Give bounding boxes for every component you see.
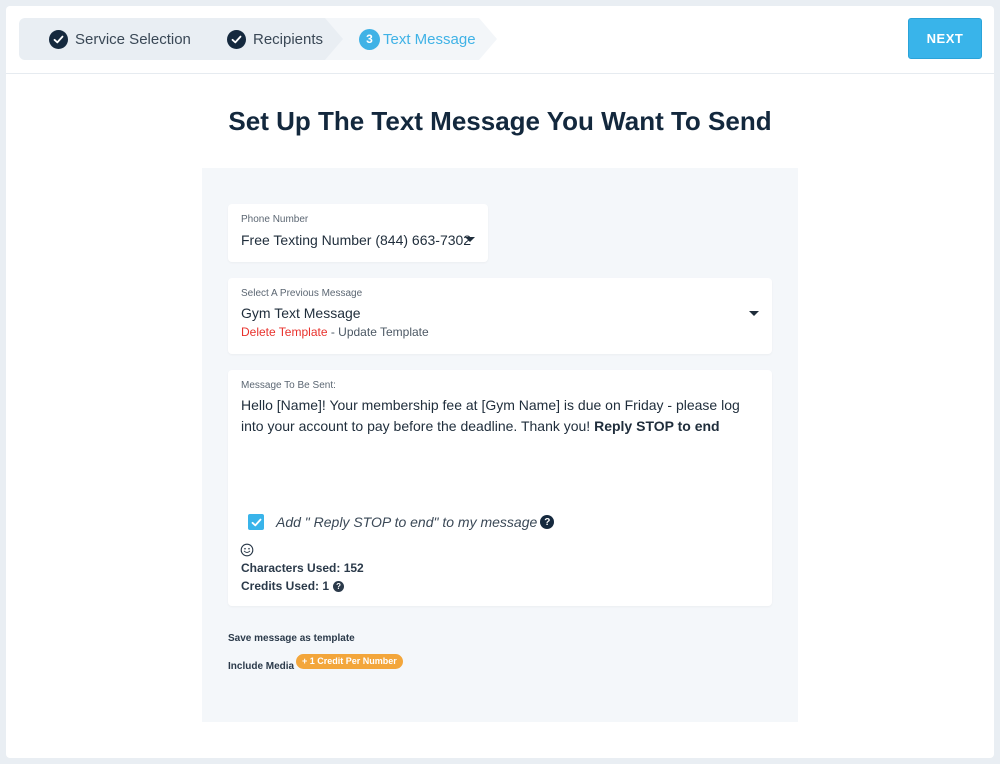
reply-stop-option: Add " Reply STOP to end" to my message ? [248, 514, 555, 530]
step-progress: Service Selection Recipients 3 Text Mess… [19, 18, 497, 60]
step-label: Text Message [383, 30, 476, 48]
step-recipients[interactable]: Recipients [227, 18, 323, 60]
emoji-icon[interactable] [240, 543, 254, 557]
main-card: Service Selection Recipients 3 Text Mess… [6, 6, 994, 758]
check-icon [49, 29, 68, 49]
phone-number-label: Phone Number [241, 214, 309, 225]
caret-down-icon [465, 237, 475, 242]
step-service-selection[interactable]: Service Selection [49, 18, 191, 60]
question-icon[interactable]: ? [540, 515, 555, 529]
reply-stop-label: Add " Reply STOP to end" to my message [276, 514, 538, 530]
credits-used: Credits Used: 1 [241, 579, 330, 593]
step-label: Recipients [253, 30, 324, 48]
step-text-message[interactable]: 3 Text Message [359, 18, 476, 60]
question-icon[interactable]: ? [333, 580, 345, 592]
check-icon [227, 29, 246, 49]
checkbox-check-icon [251, 518, 261, 526]
delete-template-link[interactable]: Delete Template [241, 325, 328, 339]
include-media-option[interactable]: Include Media [228, 661, 294, 672]
step-label: Service Selection [75, 30, 191, 48]
message-panel: Phone Number Free Texting Number (844) 6… [202, 168, 798, 722]
top-bar: Service Selection Recipients 3 Text Mess… [6, 6, 994, 74]
save-template-option[interactable]: Save message as template [228, 633, 355, 644]
phone-number-value: Free Texting Number (844) 663-7302 [241, 232, 472, 248]
update-template-link[interactable]: Update Template [338, 325, 429, 339]
previous-message-value: Gym Text Message [241, 305, 361, 321]
message-label: Message To Be Sent: [241, 380, 336, 391]
credits-used-row: Credits Used: 1 ? [241, 579, 345, 593]
phone-number-select[interactable]: Phone Number Free Texting Number (844) 6… [228, 204, 488, 262]
template-actions: Delete Template - Update Template [241, 325, 429, 339]
previous-message-select[interactable]: Select A Previous Message Gym Text Messa… [228, 278, 772, 354]
template-actions-separator: - [327, 325, 339, 339]
previous-message-label: Select A Previous Message [241, 288, 363, 299]
characters-used: Characters Used: 152 [241, 561, 364, 575]
reply-stop-checkbox[interactable] [248, 514, 264, 530]
step-number-badge: 3 [359, 28, 380, 50]
next-button[interactable]: NEXT [908, 18, 982, 59]
message-textarea[interactable]: Hello [Name]! Your membership fee at [Gy… [241, 395, 766, 437]
media-credit-badge: + 1 Credit Per Number [296, 654, 403, 669]
page-title: Set Up The Text Message You Want To Send [228, 106, 772, 136]
caret-down-icon [749, 311, 759, 316]
message-box: Message To Be Sent: Hello [Name]! Your m… [228, 370, 772, 606]
message-reply-stop-suffix: Reply STOP to end [594, 418, 720, 434]
